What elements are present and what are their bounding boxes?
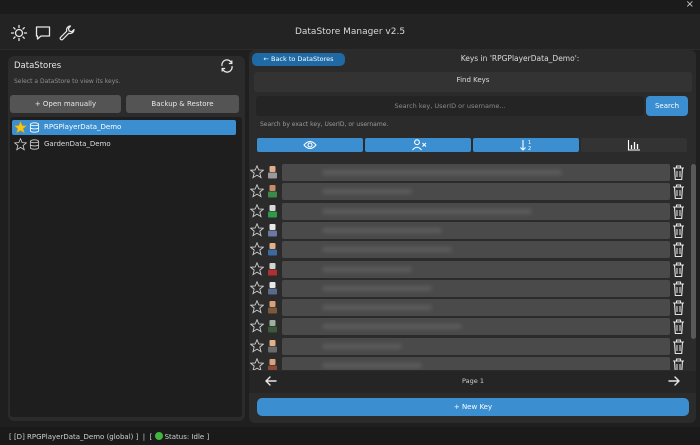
sort-button[interactable]: 1 2 [473, 138, 579, 152]
status-state: Status: Idle ] [164, 433, 210, 441]
prev-page-icon[interactable] [264, 374, 278, 388]
key-row[interactable] [249, 337, 696, 356]
bar-chart-icon [627, 140, 640, 151]
database-icon [29, 122, 40, 133]
key-row[interactable] [249, 202, 696, 221]
eye-icon [303, 140, 317, 150]
page-label: Page 1 [462, 377, 484, 385]
key-row[interactable] [249, 317, 696, 336]
key-row[interactable] [249, 279, 696, 298]
new-key-button[interactable]: + New Key [257, 398, 689, 416]
datastore-item-gardendata[interactable]: GardenData_Demo [12, 137, 236, 152]
close-icon[interactable]: × [686, 0, 694, 10]
keys-list [249, 160, 696, 370]
backup-restore-button[interactable]: Backup & Restore [126, 95, 239, 113]
status-separator: | [142, 433, 146, 441]
star-outline-icon[interactable] [250, 203, 264, 218]
datastores-title: DataStores [14, 61, 62, 71]
star-outline-icon[interactable] [250, 280, 264, 295]
key-name-field[interactable] [282, 164, 670, 181]
remove-user-button[interactable] [365, 138, 471, 152]
key-name-field[interactable] [282, 183, 670, 201]
view-button[interactable] [257, 138, 363, 152]
stats-button[interactable] [581, 138, 687, 152]
star-outline-icon[interactable] [250, 242, 264, 256]
key-name-field[interactable] [282, 337, 670, 355]
status-text: [ [D] RPGPlayerData_Demo (global) ] | [ … [9, 432, 209, 441]
avatar-icon [268, 243, 277, 256]
search-button[interactable]: Search [646, 96, 688, 116]
svg-text:2: 2 [528, 146, 531, 151]
key-row[interactable] [249, 356, 696, 370]
key-row[interactable] [249, 163, 696, 182]
star-outline-icon[interactable] [250, 358, 264, 370]
trash-icon[interactable] [671, 357, 686, 370]
key-name-field[interactable] [282, 202, 670, 220]
star-outline-icon[interactable] [250, 184, 264, 198]
trash-icon[interactable] [671, 203, 686, 220]
search-hint: Search by exact key, UserID, or username… [260, 121, 389, 128]
trash-icon[interactable] [671, 299, 686, 316]
trash-icon[interactable] [671, 164, 686, 181]
star-outline-icon[interactable] [250, 165, 264, 179]
key-row[interactable] [249, 182, 696, 201]
avatar-icon [268, 223, 277, 237]
key-row[interactable] [249, 298, 696, 317]
avatar-icon [268, 359, 277, 370]
star-outline-icon[interactable] [250, 300, 264, 314]
open-manually-button[interactable]: + Open manually [10, 95, 121, 113]
search-input[interactable]: Search key, UserID or username... [256, 96, 644, 116]
trash-icon[interactable] [671, 280, 686, 297]
key-row[interactable] [249, 221, 696, 240]
datastore-name: GardenData_Demo [44, 140, 111, 148]
star-filled-icon[interactable] [14, 121, 27, 134]
trash-icon[interactable] [671, 338, 686, 355]
next-page-icon[interactable] [667, 374, 681, 388]
app-title: DataStore Manager v2.5 [294, 27, 406, 37]
avatar-icon [268, 320, 277, 333]
avatar-icon [268, 166, 277, 179]
star-outline-icon[interactable] [250, 222, 264, 237]
trash-icon[interactable] [671, 241, 686, 258]
datastore-name: RPGPlayerData_Demo [44, 123, 122, 131]
title-bar [0, 0, 700, 14]
key-name-field[interactable] [282, 299, 670, 317]
datastore-item-rpgplayerdata[interactable]: RPGPlayerData_Demo [12, 120, 236, 135]
avatar-icon [268, 301, 277, 314]
status-bracket: [ [149, 433, 153, 441]
back-to-datastores-button[interactable]: ← Back to DataStores [252, 53, 345, 66]
avatar-icon [268, 204, 277, 218]
find-keys-title: Find Keys [456, 76, 490, 84]
avatar-icon [268, 185, 277, 198]
star-outline-icon[interactable] [250, 319, 264, 333]
trash-icon[interactable] [671, 183, 686, 200]
database-icon [29, 139, 40, 150]
key-name-field[interactable] [282, 279, 670, 297]
trash-icon[interactable] [671, 222, 686, 239]
star-outline-icon[interactable] [250, 338, 264, 353]
scrollbar[interactable] [691, 164, 696, 339]
star-outline-icon[interactable] [250, 261, 264, 276]
datastore-list [10, 117, 242, 417]
key-name-field[interactable] [282, 241, 670, 259]
refresh-icon[interactable] [219, 58, 235, 74]
key-row[interactable] [249, 260, 696, 279]
key-name-field[interactable] [282, 260, 670, 278]
user-remove-icon [412, 139, 427, 151]
avatar-icon [268, 262, 277, 275]
key-name-field[interactable] [282, 221, 670, 239]
datastores-subtitle: Select a DataStore to view its keys. [14, 78, 121, 85]
avatar-icon [268, 339, 277, 353]
keys-title: Keys in 'RPGPlayerData_Demo': [460, 54, 580, 63]
sort-numeric-icon: 1 2 [520, 140, 531, 151]
trash-icon[interactable] [671, 261, 686, 278]
key-row[interactable] [249, 240, 696, 259]
status-datastore: [ [D] RPGPlayerData_Demo (global) ] [9, 433, 139, 441]
trash-icon[interactable] [671, 318, 686, 335]
key-name-field[interactable] [282, 357, 670, 370]
star-outline-icon[interactable] [14, 138, 27, 151]
key-name-field[interactable] [282, 318, 670, 336]
avatar-icon [268, 281, 277, 295]
status-dot-icon [154, 432, 163, 440]
